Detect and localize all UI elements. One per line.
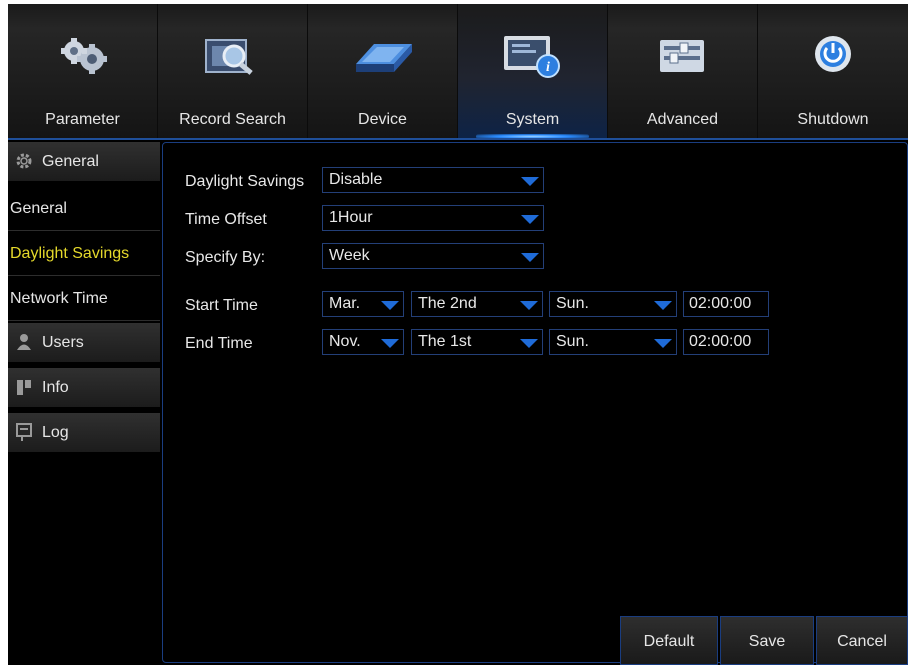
chevron-down-icon bbox=[381, 339, 399, 348]
gears-icon bbox=[60, 38, 107, 74]
sidebar-item-daylight-savings[interactable]: Daylight Savings bbox=[8, 232, 160, 276]
info-icon bbox=[17, 380, 31, 395]
specify-by-select[interactable]: Week bbox=[322, 243, 544, 269]
chevron-down-icon bbox=[381, 301, 399, 310]
select-value: 1Hour bbox=[329, 209, 373, 226]
default-button[interactable]: Default bbox=[620, 616, 718, 665]
specify-by-label: Specify By: bbox=[185, 249, 266, 266]
sidebar-item-label: General bbox=[10, 200, 67, 217]
daylight-savings-label: Daylight Savings bbox=[185, 173, 305, 190]
sidebar-section-label: General bbox=[42, 153, 99, 170]
tab-shutdown[interactable]: Shutdown bbox=[758, 4, 908, 140]
select-value: Sun. bbox=[556, 333, 589, 350]
save-button[interactable]: Save bbox=[720, 616, 814, 665]
dvr-window: Parameter Record Search Device i System … bbox=[8, 4, 908, 665]
select-value: Disable bbox=[329, 171, 383, 188]
chevron-down-icon bbox=[521, 253, 539, 262]
end-time-label: End Time bbox=[185, 335, 253, 352]
select-value: Week bbox=[329, 247, 370, 264]
end-week-select[interactable]: The 1st bbox=[411, 329, 543, 355]
sidebar-section-log[interactable]: Log bbox=[8, 413, 160, 453]
tab-label: Shutdown bbox=[797, 111, 869, 128]
button-label: Save bbox=[748, 633, 786, 650]
chevron-down-icon bbox=[520, 301, 538, 310]
tab-label: Record Search bbox=[179, 111, 286, 128]
sliders-icon bbox=[659, 40, 704, 72]
sidebar-section-label: Info bbox=[42, 379, 69, 396]
power-icon bbox=[815, 36, 851, 72]
button-label: Cancel bbox=[837, 633, 887, 650]
sidebar-section-label: Users bbox=[42, 334, 84, 351]
select-value: Nov. bbox=[329, 333, 361, 350]
select-value: The 2nd bbox=[418, 295, 477, 312]
tab-system[interactable]: i System bbox=[458, 4, 608, 140]
hard-drive-icon bbox=[355, 44, 412, 72]
start-day-select[interactable]: Sun. bbox=[549, 291, 677, 317]
tab-parameter[interactable]: Parameter bbox=[8, 4, 158, 140]
chevron-down-icon bbox=[521, 215, 539, 224]
time-value: 02:00:00 bbox=[689, 333, 752, 350]
chevron-down-icon bbox=[520, 339, 538, 348]
tab-device[interactable]: Device bbox=[308, 4, 458, 140]
time-offset-label: Time Offset bbox=[185, 211, 267, 228]
end-time-input[interactable]: 02:00:00 bbox=[683, 329, 769, 355]
tab-label: System bbox=[505, 111, 560, 128]
button-label: Default bbox=[643, 633, 695, 650]
tab-label: Advanced bbox=[646, 111, 719, 128]
sidebar-section-users[interactable]: Users bbox=[8, 323, 160, 363]
settings-panel: Daylight Savings Disable Time Offset 1Ho… bbox=[162, 142, 908, 663]
log-icon bbox=[16, 423, 32, 441]
gear-icon bbox=[16, 153, 32, 169]
sidebar-section-label: Log bbox=[42, 424, 69, 441]
select-value: Mar. bbox=[329, 295, 361, 312]
top-menu-bar: Parameter Record Search Device i System … bbox=[8, 4, 908, 140]
user-icon bbox=[17, 334, 31, 350]
start-time-label: Start Time bbox=[185, 297, 258, 314]
sidebar-section-general[interactable]: General bbox=[8, 142, 160, 182]
start-time-input[interactable]: 02:00:00 bbox=[683, 291, 769, 317]
cancel-button[interactable]: Cancel bbox=[816, 616, 908, 665]
sidebar: General General Daylight Savings Network… bbox=[8, 142, 160, 665]
film-search-icon bbox=[204, 39, 253, 75]
daylight-savings-select[interactable]: Disable bbox=[322, 167, 544, 193]
time-offset-select[interactable]: 1Hour bbox=[322, 205, 544, 231]
svg-text:i: i bbox=[546, 60, 550, 75]
sidebar-item-general[interactable]: General bbox=[8, 187, 160, 231]
sidebar-item-label: Daylight Savings bbox=[10, 245, 130, 262]
monitor-info-icon: i bbox=[503, 36, 560, 78]
end-day-select[interactable]: Sun. bbox=[549, 329, 677, 355]
chevron-down-icon bbox=[654, 339, 672, 348]
chevron-down-icon bbox=[654, 301, 672, 310]
sidebar-item-network-time[interactable]: Network Time bbox=[8, 277, 160, 321]
select-value: Sun. bbox=[556, 295, 589, 312]
divider bbox=[8, 138, 908, 140]
end-month-select[interactable]: Nov. bbox=[322, 329, 404, 355]
tab-record-search[interactable]: Record Search bbox=[158, 4, 308, 140]
tab-label: Parameter bbox=[45, 111, 120, 128]
sidebar-item-label: Network Time bbox=[10, 290, 108, 307]
start-week-select[interactable]: The 2nd bbox=[411, 291, 543, 317]
tab-advanced[interactable]: Advanced bbox=[608, 4, 758, 140]
start-month-select[interactable]: Mar. bbox=[322, 291, 404, 317]
select-value: The 1st bbox=[418, 333, 472, 350]
tab-label: Device bbox=[358, 111, 407, 128]
sidebar-section-info[interactable]: Info bbox=[8, 368, 160, 408]
time-value: 02:00:00 bbox=[689, 295, 752, 312]
chevron-down-icon bbox=[521, 177, 539, 186]
